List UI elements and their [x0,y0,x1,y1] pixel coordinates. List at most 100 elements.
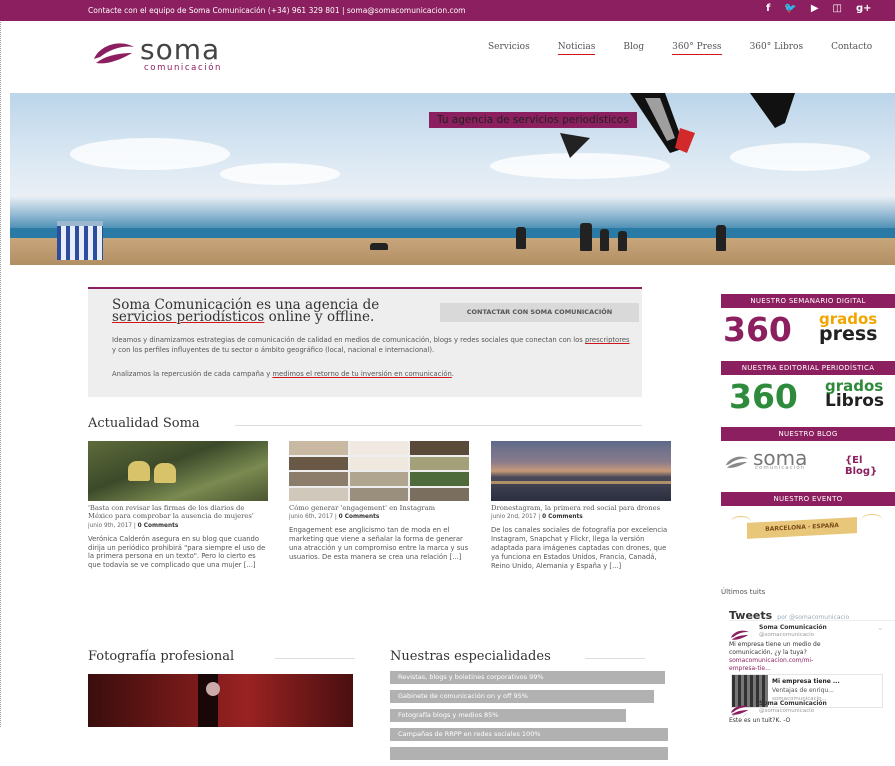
news-title[interactable]: 'Basta con revisar las firmas de los dia… [88,504,268,521]
news-excerpt: De los canales sociales de fotografía po… [491,526,668,570]
main-nav: Servicios Noticias Blog 360° Press 360° … [488,42,895,55]
news-comments[interactable]: 0 Comments [542,514,583,520]
intro-p2-end: . [451,370,454,378]
skill-bar: Fotografía blogs y medios 85% [390,709,627,722]
news-excerpt: Engagement ese anglicismo tan de moda en… [289,526,469,561]
sidebar-heading: NUESTRO SEMANARIO DIGITAL [721,294,895,308]
tweet-handle[interactable]: @somacomunicacio [759,632,814,638]
section-divider [275,658,355,659]
section-divider [585,658,645,659]
360-press-logo[interactable]: 360 grados press [721,308,895,349]
news-image[interactable] [88,441,268,501]
roi-link[interactable]: medimos el retorno de tu inversión en co… [272,370,451,378]
news-date-text: junio 9th, 2017 | [88,522,138,529]
card-subtitle: Ventajas de enriqu... [772,687,834,694]
actualidad-title: Actualidad Soma [88,416,200,431]
facebook-icon[interactable]: f [766,3,770,14]
news-item[interactable]: Cómo generar 'engagement' en Instagram j… [289,441,469,562]
section-divider [235,425,642,426]
sidebar-heading: NUESTRO BLOG [721,427,895,441]
press-bottom: press [819,323,878,345]
news-date: junio 9th, 2017 | 0 Comments [88,523,268,529]
news-title[interactable]: Cómo generar 'engagement' en Instagram [289,504,469,512]
sidebar-editorial[interactable]: NUESTRA EDITORIAL PERIODÍSTICA 360 grado… [721,361,895,416]
sidebar-blog[interactable]: NUESTRO BLOG soma comunicación {El Blog} [721,427,895,477]
google-plus-icon[interactable]: g+ [856,3,872,14]
card-title: Mi empresa tiene ... [772,678,840,685]
news-date: junio 2nd, 2017 | 0 Comments [491,514,671,520]
intro-box: Soma Comunicación es una agencia de serv… [88,287,642,397]
site-logo[interactable]: soma comunicación [90,33,260,73]
chevron-down-icon[interactable]: ⌄ [877,623,884,632]
news-item[interactable]: Dronestagram, la primera red social para… [491,441,671,570]
tweet-item[interactable]: Soma Comunicación @somacomunicacio Mi em… [729,620,895,675]
tweet-item[interactable]: Soma Comunicación @somacomunicacio Este … [729,698,895,727]
news-comments[interactable]: 0 Comments [138,523,179,529]
news-item[interactable]: 'Basta con revisar las firmas de los dia… [88,441,268,570]
libros-bottom: Libros [825,391,885,411]
intro-paragraph: Ideamos y dinamizamos estrategias de com… [112,336,632,355]
nav-contacto[interactable]: Contacto [831,42,872,52]
skill-bar [390,747,668,760]
logo-word: soma [140,33,221,66]
tweet-author[interactable]: Soma Comunicación [759,700,827,707]
kite-icon [630,93,695,153]
youtube-icon[interactable]: ▶ [811,3,819,14]
soma-logo-icon [725,456,749,468]
foto-image[interactable] [88,674,353,727]
skill-bar: Revistas, blogs y boletines corporativos… [390,671,666,684]
news-date-text: junio 2nd, 2017 | [491,514,543,521]
kite-icon-2 [750,93,795,128]
evento-banner[interactable]: BARCELONA · ESPAÑA [721,506,895,546]
social-links: f 🐦 ▶ ◫ g+ [766,3,872,14]
twitter-icon[interactable]: 🐦 [784,3,796,14]
nav-servicios[interactable]: Servicios [488,42,530,52]
news-image[interactable] [491,441,671,501]
nav-360-libros[interactable]: 360° Libros [750,42,804,52]
contact-button[interactable]: CONTACTAR CON SOMA COMUNICACIÓN [440,303,639,322]
evento-ribbon: BARCELONA · ESPAÑA [747,517,857,539]
news-image[interactable] [289,441,469,501]
blog-logo[interactable]: soma comunicación {El Blog} [721,441,895,477]
hero-banner: Tu agencia de servicios periodísticos [10,93,895,265]
news-date: junio 6th, 2017 | 0 Comments [289,514,469,520]
sidebar-evento[interactable]: NUESTRO EVENTO BARCELONA · ESPAÑA [721,492,895,546]
sidebar-heading: NUESTRA EDITORIAL PERIODÍSTICA [721,361,895,375]
logo-subtitle: comunicación [144,63,222,73]
sidebar-heading: NUESTRO EVENTO [721,492,895,506]
intro-heading: Soma Comunicación es una agencia de serv… [112,298,412,325]
foto-title: Fotografía profesional [88,649,235,664]
intro-p1-end: y con los perfiles influyentes de tu sec… [112,345,435,354]
tweet-link[interactable]: somacomunicacion.com/mi-empresa-tie... [729,657,839,672]
news-comments[interactable]: 0 Comments [339,514,380,520]
top-contact-bar: Contacte con el equipo de Soma Comunicac… [0,0,895,21]
tweet-author[interactable]: Soma Comunicación [759,624,827,631]
nav-360-press[interactable]: 360° Press [672,42,723,55]
blog-sub: comunicación [755,465,806,471]
nav-noticias[interactable]: Noticias [557,42,595,55]
contact-info: Contacte con el equipo de Soma Comunicac… [88,6,466,15]
avatar-icon [730,705,750,715]
prescriptores-link[interactable]: prescriptores [585,336,630,344]
tweet-text: Mi empresa tiene un medio de comunicació… [729,641,821,656]
intro-paragraph-2: Analizamos la repercusión de cada campañ… [112,370,632,380]
soma-logo-icon [94,43,134,64]
sidebar-semanario[interactable]: NUESTRO SEMANARIO DIGITAL 360 grados pre… [721,294,895,349]
nav-blog[interactable]: Blog [623,42,644,52]
intro-heading-text-end: online y offline. [264,309,375,325]
blog-tag: {El Blog} [845,455,878,477]
tweet-handle[interactable]: @somacomunicacio [759,708,814,714]
especialidades-title: Nuestras especialidades [390,649,551,664]
hero-tagline: Tu agencia de servicios periodísticos [429,112,637,128]
intro-p2-text: Analizamos la repercusión de cada campañ… [112,370,273,378]
tweet-text: Este es un tuit?K. -O [729,717,791,724]
page-edge [0,0,1,727]
instagram-icon[interactable]: ◫ [833,3,842,14]
360-libros-logo[interactable]: 360 grados Libros [721,375,895,416]
news-title[interactable]: Dronestagram, la primera red social para… [491,504,671,512]
skill-bar: Campañas de RRPP en redes sociales 100% [390,728,668,741]
beach-cabin [57,221,103,260]
servicios-link[interactable]: servicios periodísticos [112,309,264,325]
press-number: 360 [723,310,792,349]
skills-bars: Revistas, blogs y boletines corporativos… [390,671,668,766]
